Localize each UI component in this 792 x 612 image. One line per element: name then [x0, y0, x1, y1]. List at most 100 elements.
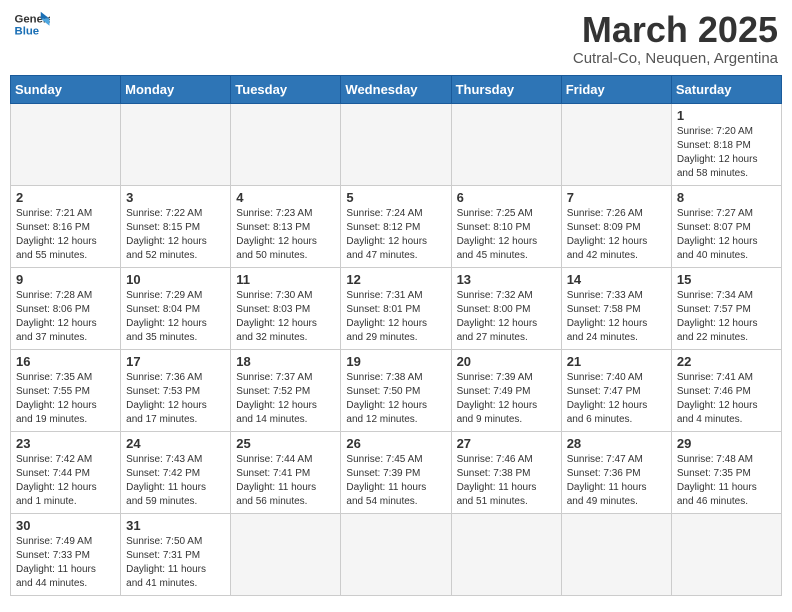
- day-info: Sunrise: 7:24 AM Sunset: 8:12 PM Dayligh…: [346, 207, 445, 263]
- day-number: 17: [126, 354, 225, 369]
- calendar-day-cell: 7Sunrise: 7:26 AM Sunset: 8:09 PM Daylig…: [561, 185, 671, 267]
- svg-text:Blue: Blue: [15, 26, 40, 38]
- day-info: Sunrise: 7:40 AM Sunset: 7:47 PM Dayligh…: [567, 371, 666, 427]
- day-number: 30: [16, 518, 115, 533]
- day-number: 27: [457, 436, 556, 451]
- day-info: Sunrise: 7:44 AM Sunset: 7:41 PM Dayligh…: [236, 453, 335, 509]
- calendar-week-row: 30 Sunrise: 7:49 AM Sunset: 7:33 PM Dayli…: [11, 513, 782, 595]
- day-number: 21: [567, 354, 666, 369]
- calendar-day-cell: [121, 103, 231, 185]
- page-header: General Blue March 2025 Cutral-Co, Neuqu…: [10, 10, 782, 67]
- calendar-day-cell: 22 Sunrise: 7:41 AM Sunset: 7:46 PM Dayli…: [671, 349, 781, 431]
- day-number: 22: [677, 354, 776, 369]
- day-info: Sunrise: 7:28 AM Sunset: 8:06 PM Dayligh…: [16, 289, 115, 345]
- day-number: 12: [346, 272, 445, 287]
- calendar-day-cell: 13 Sunrise: 7:32 AM Sunset: 8:00 PM Dayli…: [451, 267, 561, 349]
- calendar-day-cell: 2Sunrise: 7:21 AM Sunset: 8:16 PM Daylig…: [11, 185, 121, 267]
- day-number: 1: [677, 108, 776, 123]
- logo-icon: General Blue: [14, 10, 50, 38]
- calendar-day-cell: 14 Sunrise: 7:33 AM Sunset: 7:58 PM Dayli…: [561, 267, 671, 349]
- day-info: Sunrise: 7:37 AM Sunset: 7:52 PM Dayligh…: [236, 371, 335, 427]
- day-number: 8: [677, 190, 776, 205]
- day-info: Sunrise: 7:47 AM Sunset: 7:36 PM Dayligh…: [567, 453, 666, 509]
- day-number: 20: [457, 354, 556, 369]
- weekday-header-sunday: Sunday: [11, 75, 121, 103]
- day-number: 28: [567, 436, 666, 451]
- calendar-day-cell: 8 Sunrise: 7:27 AM Sunset: 8:07 PM Daylig…: [671, 185, 781, 267]
- calendar-day-cell: 28 Sunrise: 7:47 AM Sunset: 7:36 PM Dayli…: [561, 431, 671, 513]
- day-info: Sunrise: 7:33 AM Sunset: 7:58 PM Dayligh…: [567, 289, 666, 345]
- day-info: Sunrise: 7:45 AM Sunset: 7:39 PM Dayligh…: [346, 453, 445, 509]
- day-info: Sunrise: 7:46 AM Sunset: 7:38 PM Dayligh…: [457, 453, 556, 509]
- day-info: Sunrise: 7:35 AM Sunset: 7:55 PM Dayligh…: [16, 371, 115, 427]
- day-info: Sunrise: 7:41 AM Sunset: 7:46 PM Dayligh…: [677, 371, 776, 427]
- calendar-day-cell: 19Sunrise: 7:38 AM Sunset: 7:50 PM Dayli…: [341, 349, 451, 431]
- calendar-day-cell: 3 Sunrise: 7:22 AM Sunset: 8:15 PM Daylig…: [121, 185, 231, 267]
- day-info: Sunrise: 7:32 AM Sunset: 8:00 PM Dayligh…: [457, 289, 556, 345]
- weekday-header-monday: Monday: [121, 75, 231, 103]
- day-info: Sunrise: 7:39 AM Sunset: 7:49 PM Dayligh…: [457, 371, 556, 427]
- calendar-day-cell: 21 Sunrise: 7:40 AM Sunset: 7:47 PM Dayli…: [561, 349, 671, 431]
- weekday-header-row: SundayMondayTuesdayWednesdayThursdayFrid…: [11, 75, 782, 103]
- day-info: Sunrise: 7:22 AM Sunset: 8:15 PM Dayligh…: [126, 207, 225, 263]
- calendar-day-cell: 18 Sunrise: 7:37 AM Sunset: 7:52 PM Dayli…: [231, 349, 341, 431]
- day-number: 24: [126, 436, 225, 451]
- calendar-day-cell: 9 Sunrise: 7:28 AM Sunset: 8:06 PM Daylig…: [11, 267, 121, 349]
- calendar-day-cell: [451, 103, 561, 185]
- calendar-day-cell: [341, 513, 451, 595]
- calendar-day-cell: [341, 103, 451, 185]
- calendar-day-cell: 31Sunrise: 7:50 AM Sunset: 7:31 PM Dayli…: [121, 513, 231, 595]
- calendar-day-cell: 16 Sunrise: 7:35 AM Sunset: 7:55 PM Dayli…: [11, 349, 121, 431]
- day-info: Sunrise: 7:42 AM Sunset: 7:44 PM Dayligh…: [16, 453, 115, 509]
- day-info: Sunrise: 7:30 AM Sunset: 8:03 PM Dayligh…: [236, 289, 335, 345]
- day-info: Sunrise: 7:48 AM Sunset: 7:35 PM Dayligh…: [677, 453, 776, 509]
- day-number: 10: [126, 272, 225, 287]
- calendar-day-cell: 17 Sunrise: 7:36 AM Sunset: 7:53 PM Dayli…: [121, 349, 231, 431]
- day-info: Sunrise: 7:27 AM Sunset: 8:07 PM Dayligh…: [677, 207, 776, 263]
- weekday-header-tuesday: Tuesday: [231, 75, 341, 103]
- calendar-day-cell: 12Sunrise: 7:31 AM Sunset: 8:01 PM Dayli…: [341, 267, 451, 349]
- day-number: 25: [236, 436, 335, 451]
- day-info: Sunrise: 7:25 AM Sunset: 8:10 PM Dayligh…: [457, 207, 556, 263]
- day-info: Sunrise: 7:49 AM Sunset: 7:33 PM Dayligh…: [16, 535, 115, 591]
- calendar-day-cell: [11, 103, 121, 185]
- calendar-day-cell: 24Sunrise: 7:43 AM Sunset: 7:42 PM Dayli…: [121, 431, 231, 513]
- calendar-day-cell: 25 Sunrise: 7:44 AM Sunset: 7:41 PM Dayli…: [231, 431, 341, 513]
- weekday-header-friday: Friday: [561, 75, 671, 103]
- day-number: 3: [126, 190, 225, 205]
- calendar-day-cell: [671, 513, 781, 595]
- calendar-day-cell: 1 Sunrise: 7:20 AM Sunset: 8:18 PM Daylig…: [671, 103, 781, 185]
- day-info: Sunrise: 7:23 AM Sunset: 8:13 PM Dayligh…: [236, 207, 335, 263]
- day-number: 16: [16, 354, 115, 369]
- day-number: 9: [16, 272, 115, 287]
- calendar-week-row: 9 Sunrise: 7:28 AM Sunset: 8:06 PM Daylig…: [11, 267, 782, 349]
- day-number: 18: [236, 354, 335, 369]
- day-number: 19: [346, 354, 445, 369]
- calendar-table: SundayMondayTuesdayWednesdayThursdayFrid…: [10, 75, 782, 596]
- day-number: 13: [457, 272, 556, 287]
- day-info: Sunrise: 7:29 AM Sunset: 8:04 PM Dayligh…: [126, 289, 225, 345]
- weekday-header-wednesday: Wednesday: [341, 75, 451, 103]
- title-block: March 2025 Cutral-Co, Neuquen, Argentina: [573, 10, 778, 67]
- day-info: Sunrise: 7:50 AM Sunset: 7:31 PM Dayligh…: [126, 535, 225, 591]
- day-number: 29: [677, 436, 776, 451]
- weekday-header-thursday: Thursday: [451, 75, 561, 103]
- calendar-day-cell: 23Sunrise: 7:42 AM Sunset: 7:44 PM Dayli…: [11, 431, 121, 513]
- day-info: Sunrise: 7:36 AM Sunset: 7:53 PM Dayligh…: [126, 371, 225, 427]
- calendar-day-cell: 30 Sunrise: 7:49 AM Sunset: 7:33 PM Dayli…: [11, 513, 121, 595]
- calendar-week-row: 16 Sunrise: 7:35 AM Sunset: 7:55 PM Dayli…: [11, 349, 782, 431]
- day-number: 14: [567, 272, 666, 287]
- calendar-day-cell: 11Sunrise: 7:30 AM Sunset: 8:03 PM Dayli…: [231, 267, 341, 349]
- calendar-day-cell: [561, 103, 671, 185]
- day-info: Sunrise: 7:20 AM Sunset: 8:18 PM Dayligh…: [677, 125, 776, 181]
- calendar-day-cell: [231, 103, 341, 185]
- day-info: Sunrise: 7:26 AM Sunset: 8:09 PM Dayligh…: [567, 207, 666, 263]
- calendar-day-cell: 29 Sunrise: 7:48 AM Sunset: 7:35 PM Dayli…: [671, 431, 781, 513]
- calendar-week-row: 2Sunrise: 7:21 AM Sunset: 8:16 PM Daylig…: [11, 185, 782, 267]
- day-number: 15: [677, 272, 776, 287]
- calendar-week-row: 1 Sunrise: 7:20 AM Sunset: 8:18 PM Daylig…: [11, 103, 782, 185]
- day-number: 6: [457, 190, 556, 205]
- calendar-day-cell: [451, 513, 561, 595]
- calendar-day-cell: 15Sunrise: 7:34 AM Sunset: 7:57 PM Dayli…: [671, 267, 781, 349]
- day-number: 4: [236, 190, 335, 205]
